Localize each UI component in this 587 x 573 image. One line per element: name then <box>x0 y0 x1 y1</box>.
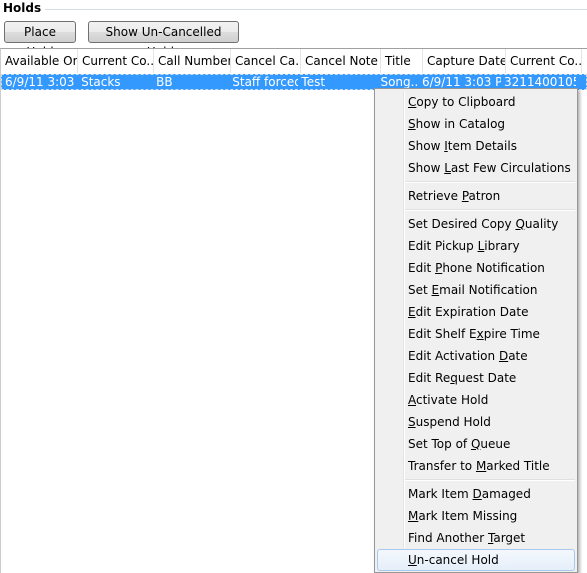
table-cell: Song... <box>380 75 419 89</box>
column-header[interactable]: Call Number <box>154 49 231 73</box>
table-cell: BB <box>156 75 173 89</box>
column-header[interactable]: Title <box>381 49 423 73</box>
table-cell: Staff forced <box>232 75 299 89</box>
table-cell <box>576 75 586 89</box>
column-header[interactable]: Cancel Note <box>301 49 381 73</box>
menu-item-retrieve-patron[interactable]: Retrieve Patron <box>375 185 577 207</box>
column-header[interactable] <box>582 49 587 73</box>
menu-item-edit-activation-date[interactable]: Edit Activation Date <box>375 345 577 367</box>
column-header[interactable]: Available On <box>1 49 78 73</box>
menu-item-find-another-target[interactable]: Find Another Target <box>375 527 577 549</box>
group-box-line <box>40 9 587 10</box>
menu-item-un-cancel-hold[interactable]: Un-cancel Hold <box>377 549 575 571</box>
table-cell: 6/9/11 3:03 P... <box>421 75 501 89</box>
table-cell: Stacks <box>81 75 121 89</box>
place-hold-button[interactable]: Place Hold <box>4 21 76 59</box>
column-header[interactable]: Current Co... <box>506 49 582 73</box>
menu-item-edit-expiration-date[interactable]: Edit Expiration Date <box>375 301 577 323</box>
menu-item-mark-item-damaged[interactable]: Mark Item Damaged <box>375 483 577 505</box>
menu-item-transfer-to-marked-title[interactable]: Transfer to Marked Title <box>375 455 577 477</box>
column-header[interactable]: Capture Date <box>423 49 506 73</box>
menu-item-edit-phone-notification[interactable]: Edit Phone Notification <box>375 257 577 279</box>
column-header[interactable]: Current Co... <box>78 49 154 73</box>
table-cell: 6/9/11 3:03 ... <box>5 75 78 89</box>
menu-item-copy-to-clipboard[interactable]: Copy to Clipboard <box>375 91 577 113</box>
column-header[interactable]: Cancel Ca... <box>231 49 301 73</box>
show-uncancelled-holds-button[interactable]: Show Un-Cancelled Holds <box>88 21 239 59</box>
menu-item-set-email-notification[interactable]: Set Email Notification <box>375 279 577 301</box>
menu-item-edit-request-date[interactable]: Edit Request Date <box>375 367 577 389</box>
context-menu: Copy to Clipboard Show in Catalog Show Ite… <box>374 88 578 573</box>
menu-item-show-item-details[interactable]: Show Item Details <box>375 135 577 157</box>
menu-item-set-desired-copy-quality[interactable]: Set Desired Copy Quality <box>375 213 577 235</box>
table-cell: 3211400105... <box>503 75 576 89</box>
menu-item-edit-shelf-expire-time[interactable]: Edit Shelf Expire Time <box>375 323 577 345</box>
menu-item-edit-pickup-library[interactable]: Edit Pickup Library <box>375 235 577 257</box>
table-cell: Test <box>301 75 326 89</box>
table-header: Available On Current Co... Call Number Canc… <box>1 49 587 73</box>
panel-title: Holds <box>3 1 46 15</box>
menu-item-mark-item-missing[interactable]: Mark Item Missing <box>375 505 577 527</box>
menu-item-set-top-of-queue[interactable]: Set Top of Queue <box>375 433 577 455</box>
menu-item-suspend-hold[interactable]: Suspend Hold <box>375 411 577 433</box>
menu-item-show-last-few-circulations[interactable]: Show Last Few Circulations <box>375 157 577 179</box>
menu-item-show-in-catalog[interactable]: Show in Catalog <box>375 113 577 135</box>
menu-item-activate-hold[interactable]: Activate Hold <box>375 389 577 411</box>
